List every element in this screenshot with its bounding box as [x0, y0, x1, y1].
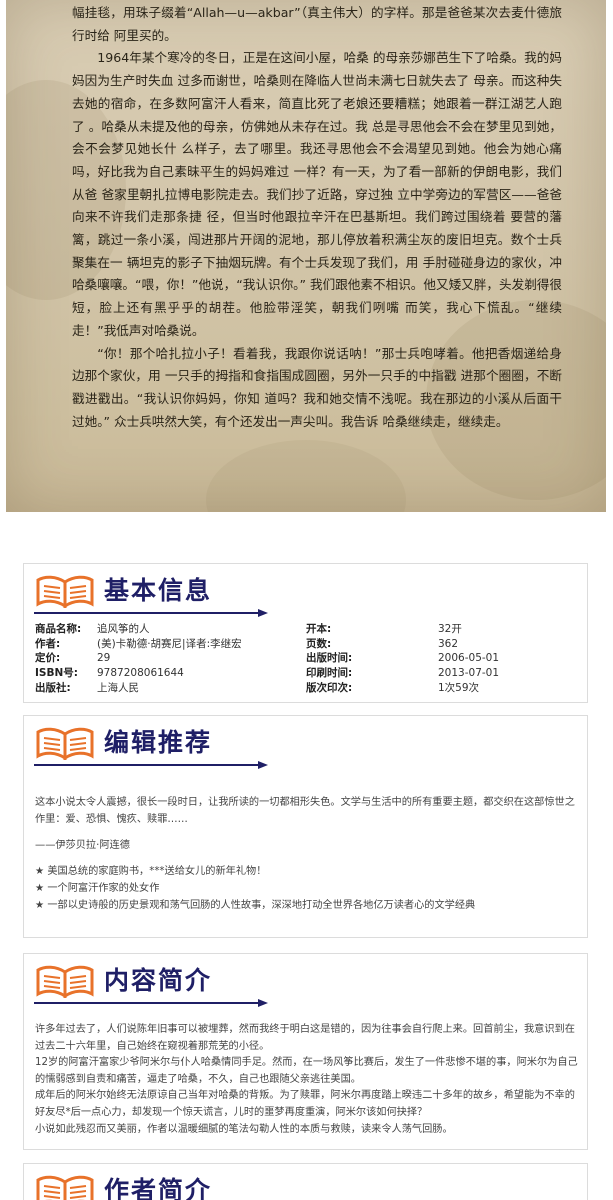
editor-recommend-section: 编辑推荐 这本小说太令人震撼，很长一段时日，让我所读的一切都相形失色。文学与生活… — [23, 715, 588, 938]
info-value: 32开 — [438, 623, 462, 635]
info-label: 出版时间: — [306, 652, 353, 665]
info-row: 商品名称: 追风筝的人 开本: 32开 — [35, 622, 575, 637]
summary-paragraph: 许多年过去了，人们说陈年旧事可以被埋葬，然而我终于明白这是错的，因为往事会自行爬… — [35, 1024, 575, 1052]
open-book-icon — [36, 1175, 94, 1200]
info-label: 开本: — [306, 623, 332, 635]
basic-info-section: 基本信息 商品名称: 追风筝的人 开本: 32开作者: (美)卡勒德·胡赛尼|译者:李继… — [23, 563, 588, 703]
excerpt-paragraph: 1964年某个寒冷的冬日，正是在这间小屋，哈桑 的母亲莎娜芭生下了哈桑。我的妈妈… — [72, 50, 562, 338]
section-title: 编辑推荐 — [104, 728, 213, 757]
section-header: 作者简介 — [24, 1164, 587, 1200]
recommend-point: ★ 一个阿富汗作家的处女作 — [35, 883, 160, 894]
info-label: 作者: — [35, 637, 61, 650]
section-title: 基本信息 — [104, 576, 213, 605]
info-label: 版次印次: — [306, 681, 353, 694]
open-book-icon — [36, 575, 94, 608]
arrow-line-icon — [34, 609, 268, 617]
info-row: 出版社: 上海人民 版次印次: 1次59次 — [35, 681, 575, 696]
info-value: 追风筝的人 — [97, 623, 150, 635]
info-value: 29 — [97, 652, 111, 665]
recommend-quote: 这本小说太令人震撼，很长一段时日，让我所读的一切都相形失色。文学与生活中的所有重… — [35, 797, 575, 825]
info-value: (美)卡勒德·胡赛尼|译者:李继宏 — [97, 637, 242, 650]
content-summary-body: 许多年过去了，人们说陈年旧事可以被埋葬，然而我终于明白这是错的，因为往事会自行爬… — [35, 1022, 580, 1138]
section-header: 基本信息 — [24, 564, 587, 620]
book-excerpt-image: 幅挂毯，用珠子缀着“Allah—u—akbar”（真主伟大）的字样。那是爸爸某次… — [6, 0, 606, 512]
excerpt-paragraph: 幅挂毯，用珠子缀着“Allah—u—akbar”（真主伟大）的字样。那是爸爸某次… — [72, 5, 562, 43]
recommend-attribution: ——伊莎贝拉·阿连德 — [35, 840, 130, 851]
info-row: 作者: (美)卡勒德·胡赛尼|译者:李继宏 页数: 362 — [35, 637, 575, 652]
section-title: 内容简介 — [104, 966, 213, 995]
recommend-point: ★ 一部以史诗般的历史景观和荡气回肠的人性故事，深深地打动全世界各地亿万读者心的… — [35, 900, 476, 911]
info-value: 362 — [438, 637, 459, 650]
summary-paragraph: 成年后的阿米尔始终无法原谅自己当年对哈桑的背叛。为了赎罪，阿米尔再度踏上暌违二十… — [35, 1090, 575, 1118]
info-label: 商品名称: — [35, 623, 82, 635]
section-title: 作者简介 — [104, 1176, 213, 1200]
info-value: 2013-07-01 — [438, 667, 500, 680]
info-label: ISBN号: — [35, 667, 78, 680]
info-value: 2006-05-01 — [438, 652, 500, 665]
arrow-line-icon — [34, 761, 268, 769]
open-book-icon — [36, 727, 94, 760]
open-book-icon — [36, 965, 94, 998]
editor-recommend-body: 这本小说太令人震撼，很长一段时日，让我所读的一切都相形失色。文学与生活中的所有重… — [35, 794, 580, 914]
summary-paragraph: 12岁的阿富汗富家少爷阿米尔与仆人哈桑情同手足。然而，在一场风筝比赛后，发生了一… — [35, 1057, 578, 1085]
info-label: 页数: — [306, 637, 332, 650]
author-intro-section: 作者简介 — [23, 1163, 588, 1200]
info-value: 9787208061644 — [97, 667, 184, 680]
section-header: 内容简介 — [24, 954, 587, 1010]
content-summary-section: 内容简介 许多年过去了，人们说陈年旧事可以被埋葬，然而我终于明白这是错的，因为往… — [23, 953, 588, 1150]
recommend-point: ★ 美国总统的家庭购书，***送给女儿的新年礼物！ — [35, 866, 267, 877]
section-header: 编辑推荐 — [24, 716, 587, 772]
info-value: 1次59次 — [438, 681, 480, 694]
info-label: 定价: — [35, 652, 61, 665]
info-row: ISBN号: 9787208061644 印刷时间: 2013-07-01 — [35, 666, 575, 681]
info-table: 商品名称: 追风筝的人 开本: 32开作者: (美)卡勒德·胡赛尼|译者:李继宏 页数: 3… — [35, 622, 575, 695]
excerpt-paragraph: “你！那个哈扎拉小子！看着我，我跟你说话呐！”那士兵咆哮着。他把香烟递给身边那个… — [72, 345, 562, 429]
summary-paragraph: 小说如此残忍而又美丽，作者以温暖细腻的笔法勾勒人性的本质与救赎，读来令人荡气回肠… — [35, 1123, 453, 1135]
info-label: 印刷时间: — [306, 667, 353, 680]
excerpt-text: 幅挂毯，用珠子缀着“Allah—u—akbar”（真主伟大）的字样。那是爸爸某次… — [72, 2, 562, 433]
arrow-line-icon — [34, 999, 268, 1007]
info-row: 定价: 29 出版时间: 2006-05-01 — [35, 651, 575, 666]
info-label: 出版社: — [35, 681, 71, 694]
info-value: 上海人民 — [97, 681, 139, 694]
